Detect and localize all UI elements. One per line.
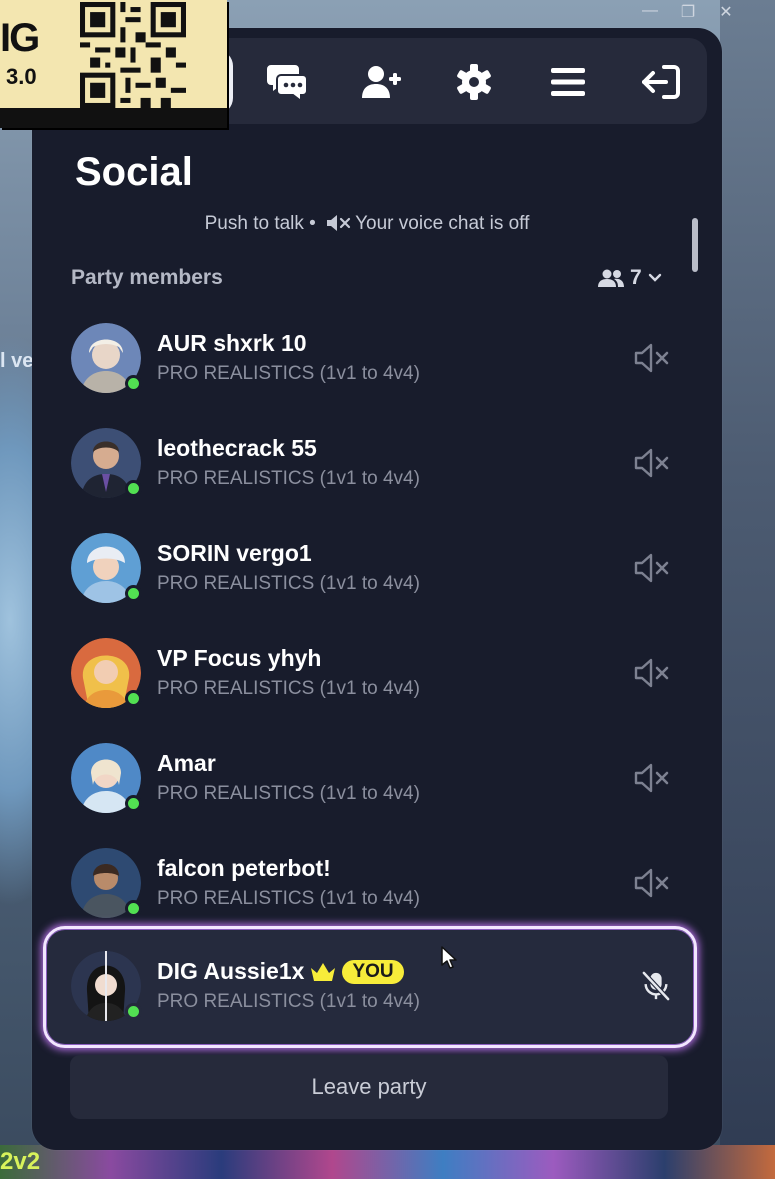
party-member-row[interactable]: Amar PRO REALISTICS (1v1 to 4v4)	[44, 743, 694, 843]
social-panel: Social Push to talk • Your voice chat is…	[32, 28, 722, 1150]
page-title: Social	[75, 150, 193, 194]
speaker-muted-icon[interactable]	[634, 448, 670, 478]
background-text: l ve	[0, 350, 34, 372]
member-status: PRO REALISTICS (1v1 to 4v4)	[157, 888, 420, 909]
voice-chat-status: Push to talk • Your voice chat is off	[32, 213, 702, 235]
menu-tab[interactable]	[544, 58, 592, 106]
online-indicator	[125, 480, 142, 497]
member-status: PRO REALISTICS (1v1 to 4v4)	[157, 991, 420, 1012]
close-icon[interactable]: ✕	[717, 2, 735, 22]
party-count-dropdown[interactable]: 7	[598, 266, 662, 290]
window-controls: — ❐ ✕	[641, 2, 735, 22]
you-badge: YOU	[342, 960, 404, 984]
online-indicator	[125, 900, 142, 917]
qr-code-icon	[80, 2, 186, 108]
add-friend-icon	[362, 66, 401, 98]
member-status: PRO REALISTICS (1v1 to 4v4)	[157, 468, 420, 489]
leave-party-button[interactable]: Leave party	[70, 1055, 668, 1119]
stream-overlay-logo: IG 3.0	[0, 0, 227, 128]
crown-icon	[311, 963, 336, 981]
speaker-muted-icon[interactable]	[634, 763, 670, 793]
party-member-row[interactable]: SORIN vergo1 PRO REALISTICS (1v1 to 4v4)	[44, 533, 694, 633]
party-member-row[interactable]: VP Focus yhyh PRO REALISTICS (1v1 to 4v4…	[44, 638, 694, 738]
member-status: PRO REALISTICS (1v1 to 4v4)	[157, 363, 420, 384]
member-name: SORIN vergo1	[157, 540, 312, 566]
minimize-icon[interactable]: —	[641, 2, 659, 22]
chat-tab[interactable]	[264, 58, 312, 106]
online-indicator	[125, 795, 142, 812]
restore-icon[interactable]: ❐	[679, 2, 697, 22]
online-indicator	[125, 690, 142, 707]
member-status: PRO REALISTICS (1v1 to 4v4)	[157, 783, 420, 804]
online-indicator	[125, 1003, 142, 1020]
menu-icon	[551, 68, 585, 96]
member-status: PRO REALISTICS (1v1 to 4v4)	[157, 678, 420, 699]
party-member-row[interactable]: AUR shxrk 10 PRO REALISTICS (1v1 to 4v4)	[44, 323, 694, 423]
member-name: leothecrack 55	[157, 435, 317, 461]
party-members-heading: Party members	[71, 266, 223, 289]
push-to-talk-label: Push to talk •	[204, 213, 316, 234]
speaker-muted-icon[interactable]	[634, 658, 670, 688]
game-background-right	[720, 0, 775, 1179]
speaker-muted-icon[interactable]	[634, 868, 670, 898]
member-name: falcon peterbot!	[157, 855, 331, 881]
online-indicator	[125, 375, 142, 392]
chevron-down-icon	[648, 273, 661, 282]
add-friend-tab[interactable]	[358, 58, 406, 106]
member-name: VP Focus yhyh	[157, 645, 322, 671]
exit-tab[interactable]	[637, 58, 685, 106]
member-name: DIG Aussie1x	[157, 958, 305, 984]
mouse-cursor-icon	[441, 946, 457, 969]
voice-chat-off-text: Your voice chat is off	[355, 213, 530, 234]
overlay-mark: IG	[0, 16, 40, 60]
self-member-row: DIG Aussie1x YOU PRO REALISTICS (1v1 to …	[46, 951, 696, 1051]
overlay-bar	[0, 108, 227, 128]
party-count: 7	[630, 266, 642, 289]
member-status: PRO REALISTICS (1v1 to 4v4)	[157, 573, 420, 594]
mic-off-icon[interactable]	[638, 971, 674, 1001]
self-name-line: DIG Aussie1x YOU	[157, 958, 404, 985]
gear-icon	[457, 64, 491, 100]
speaker-muted-icon	[327, 215, 351, 231]
overlay-version: 3.0	[6, 64, 37, 89]
group-icon	[598, 269, 624, 287]
member-name: Amar	[157, 750, 216, 776]
member-name: AUR shxrk 10	[157, 330, 307, 356]
online-indicator	[125, 585, 142, 602]
background-bottom-text: 2v2	[0, 1148, 41, 1175]
game-hud-strip	[0, 1145, 775, 1179]
chat-icon	[267, 65, 308, 101]
speaker-muted-icon[interactable]	[634, 553, 670, 583]
self-member-card[interactable]: DIG Aussie1x YOU PRO REALISTICS (1v1 to …	[43, 926, 697, 1048]
settings-tab[interactable]	[450, 58, 498, 106]
exit-icon	[642, 65, 680, 99]
speaker-muted-icon[interactable]	[634, 343, 670, 373]
party-member-row[interactable]: leothecrack 55 PRO REALISTICS (1v1 to 4v…	[44, 428, 694, 528]
scrollbar-thumb[interactable]	[692, 218, 698, 272]
